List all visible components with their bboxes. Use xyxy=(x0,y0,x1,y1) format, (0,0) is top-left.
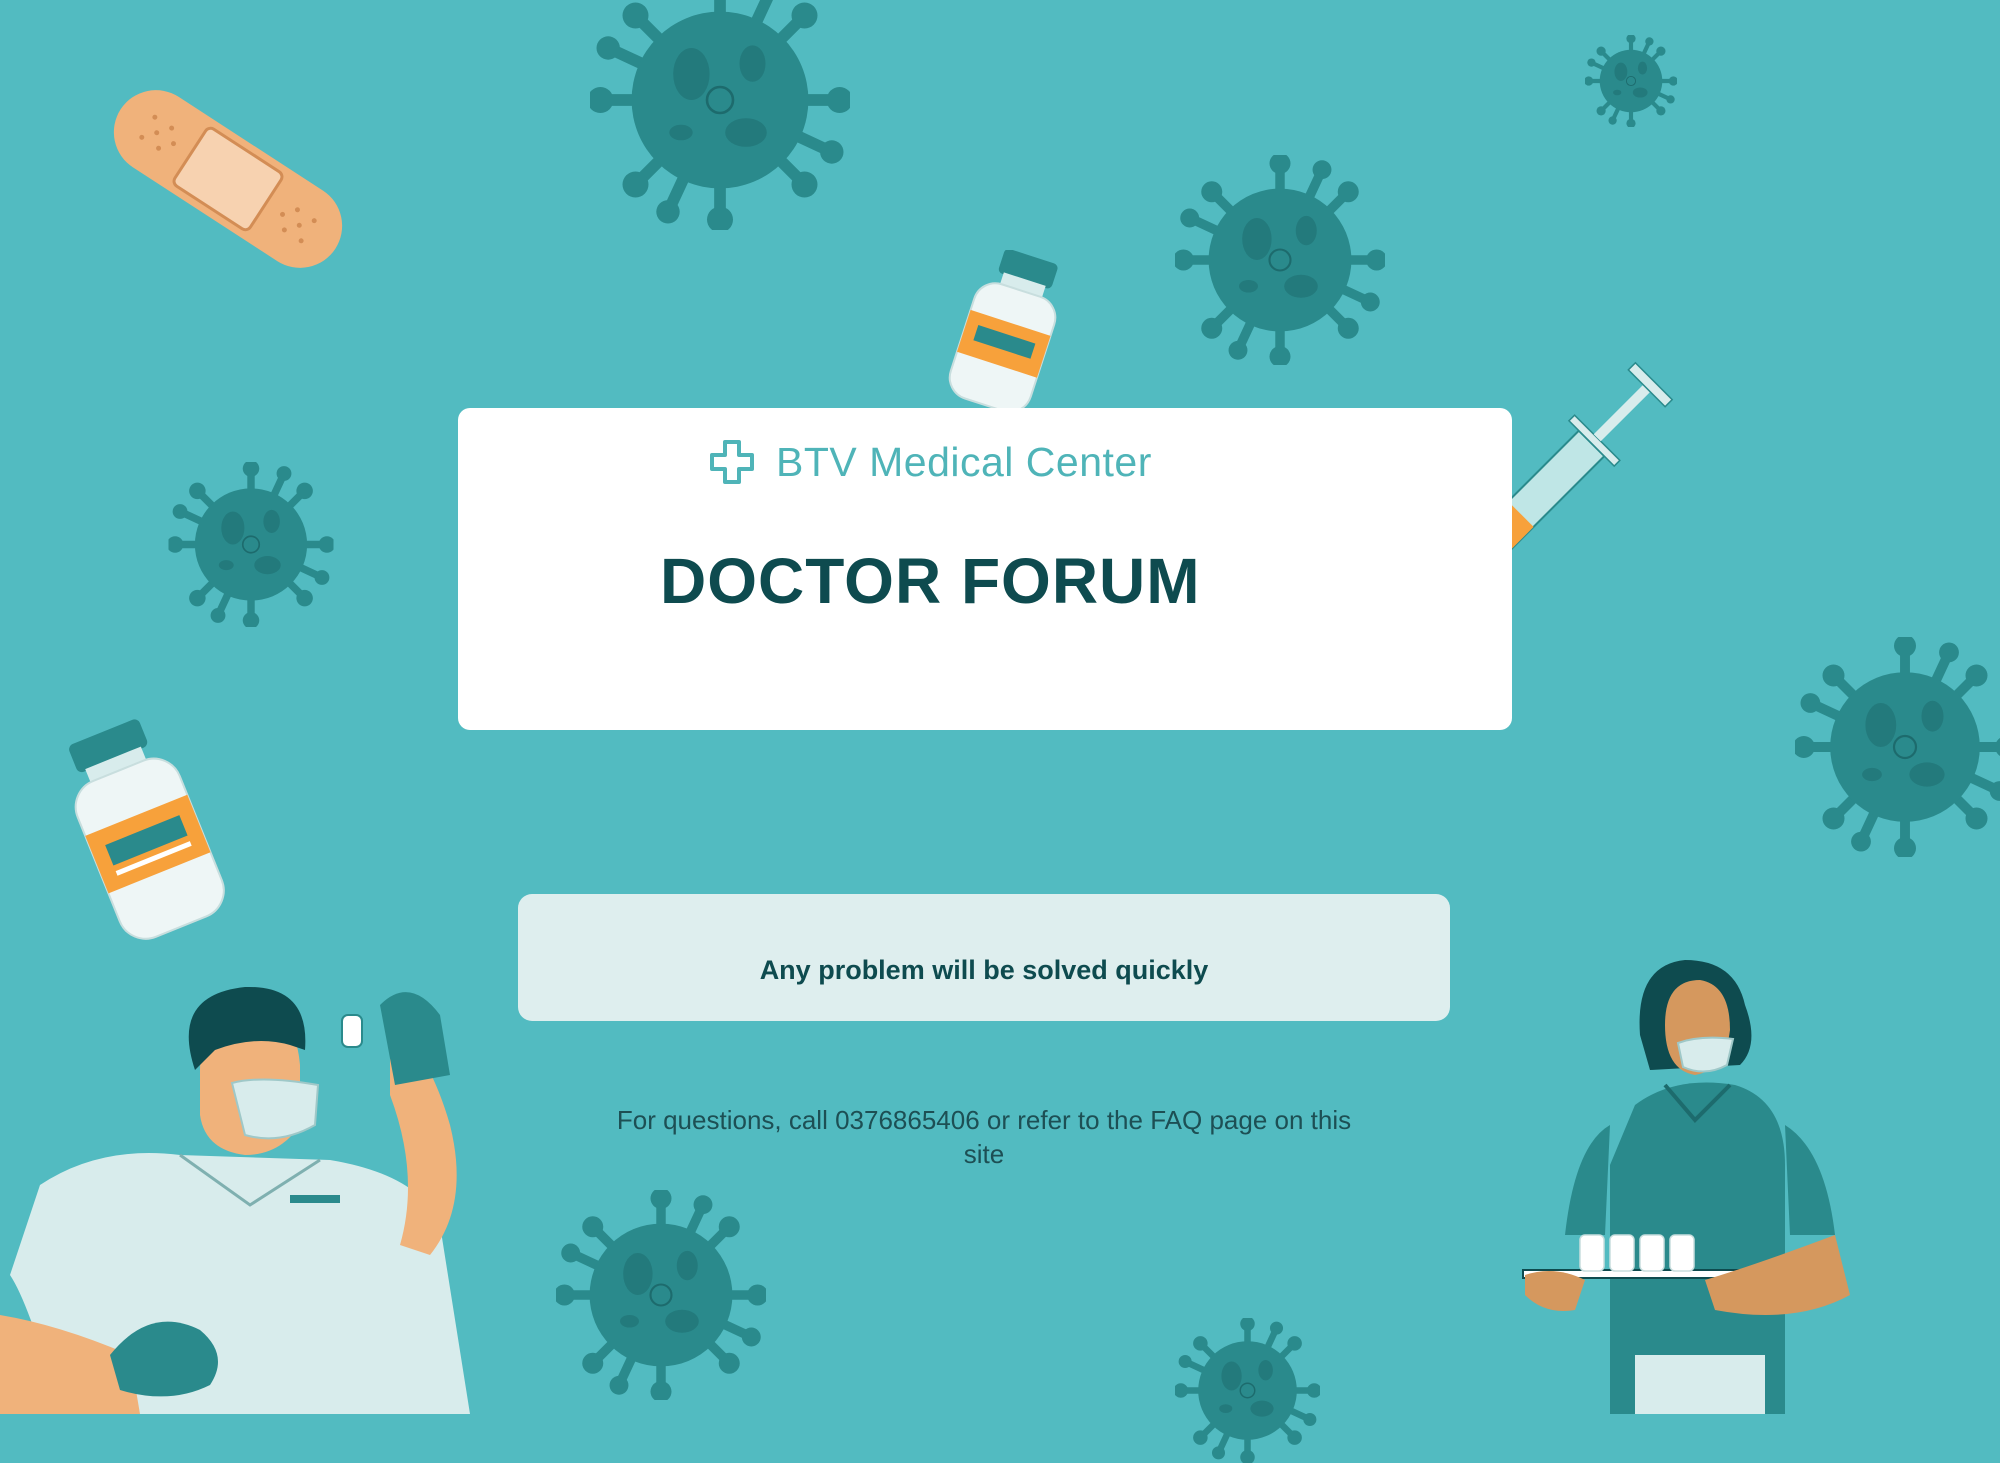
virus-icon xyxy=(1795,632,2000,862)
vaccine-vial-icon xyxy=(69,719,225,940)
virus-icon xyxy=(1175,155,1385,365)
virus-icon xyxy=(165,462,337,627)
doctor-illustration xyxy=(0,986,470,1414)
nurse-illustration xyxy=(1522,960,1850,1414)
virus-icon xyxy=(1585,35,1677,127)
virus-icon xyxy=(555,1190,767,1400)
contact-info: For questions, call 0376865406 or refer … xyxy=(616,1105,1352,1169)
page-title: DOCTOR FORUM xyxy=(660,545,1201,617)
brand-logo: BTV Medical Center xyxy=(710,434,1152,490)
vaccine-vial-icon xyxy=(948,250,1058,408)
brand-name: BTV Medical Center xyxy=(776,438,1152,485)
virus-icon xyxy=(560,0,880,230)
banner-text: Any problem will be solved quickly xyxy=(759,955,1209,985)
virus-icon xyxy=(1175,1318,1320,1463)
bandage-icon xyxy=(113,90,343,268)
medical-cross-icon xyxy=(710,440,754,484)
info-banner: Any problem will be solved quickly xyxy=(518,894,1450,1021)
